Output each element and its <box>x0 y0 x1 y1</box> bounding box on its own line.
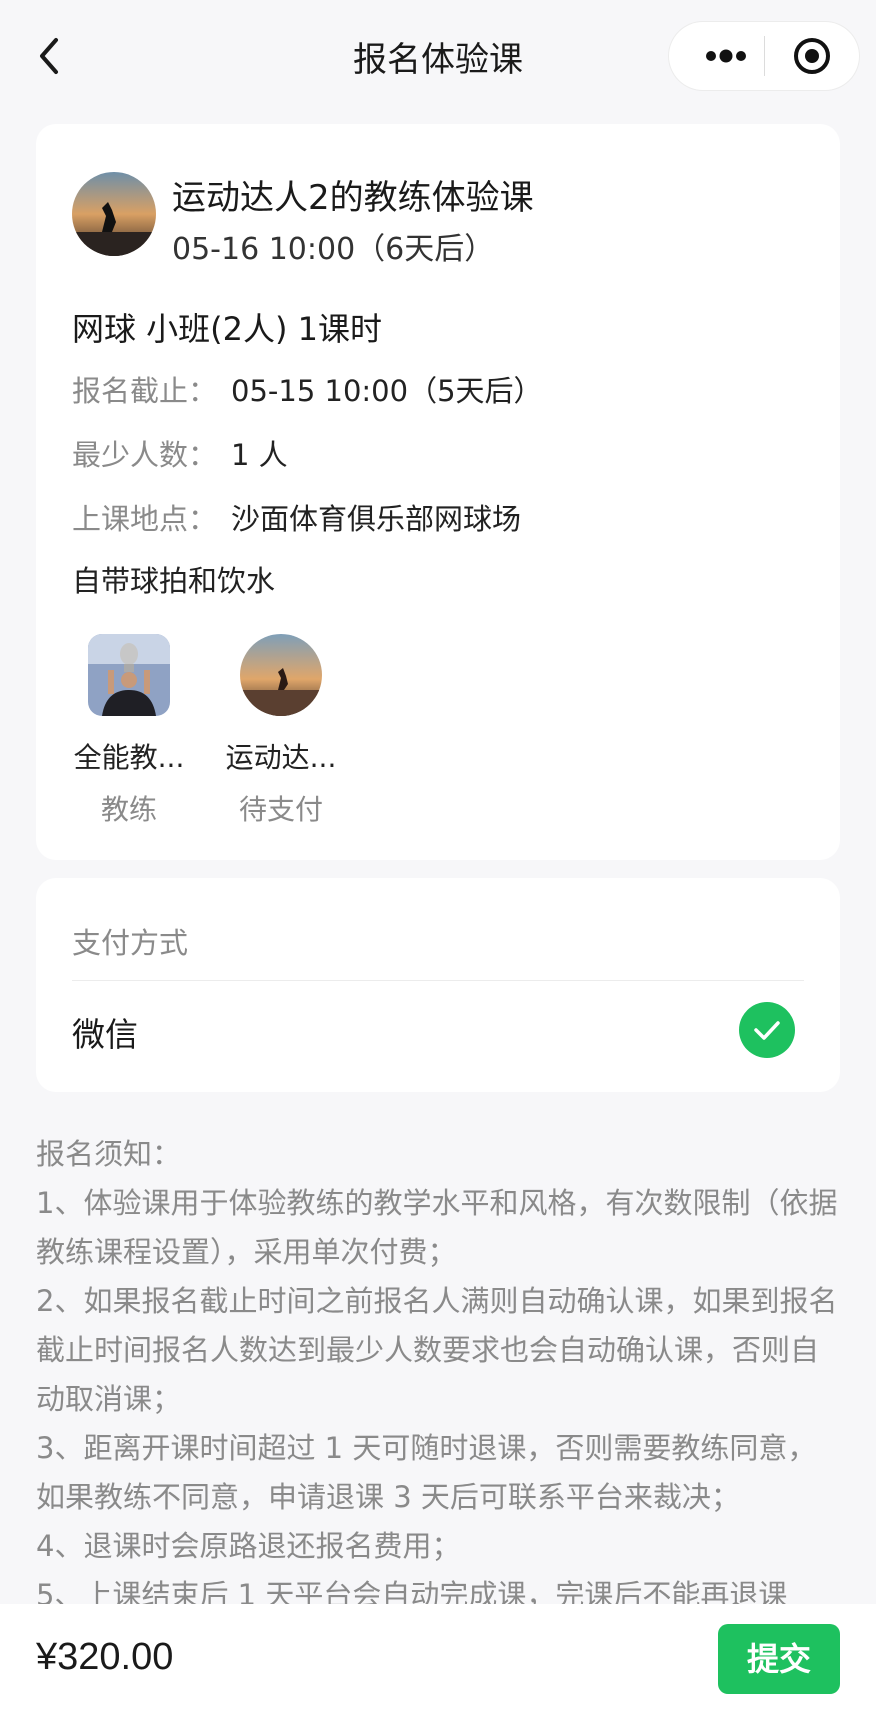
participant-avatar <box>88 634 170 716</box>
deadline-row: 报名截止： 05-15 10:00（5天后） <box>72 368 543 410</box>
participant-role: 待支付 <box>238 793 323 826</box>
deadline-value: 05-15 10:00（5天后） <box>231 374 543 408</box>
notice-item: 2、如果报名截止时间之前报名人满则自动确认课，如果到报名截止时间报名人数达到最少… <box>36 1284 838 1416</box>
coach-avatar <box>72 172 156 256</box>
location-value: 沙面体育俱乐部网球场 <box>231 502 522 536</box>
payment-option-wechat[interactable]: 微信 <box>72 1008 138 1056</box>
signup-notice: 报名须知： 1、体验课用于体验教练的教学水平和风格，有次数限制（依据教练课程设置… <box>36 1130 841 1620</box>
deadline-label: 报名截止： <box>72 374 218 408</box>
payment-divider <box>72 980 804 981</box>
capsule-divider <box>764 36 765 76</box>
participant-avatar <box>240 634 322 716</box>
course-type: 网球 小班(2人) 1课时 <box>72 310 383 348</box>
location-label: 上课地点： <box>72 502 218 536</box>
course-time: 05-16 10:00（6天后） <box>172 232 495 267</box>
participant-self[interactable]: 运动达... 待支付 <box>206 634 356 828</box>
notice-item: 4、退课时会原路退还报名费用； <box>36 1529 461 1563</box>
participant-role: 教练 <box>100 793 157 826</box>
notice-item: 3、距离开课时间超过 1 天可随时退课，否则需要教练同意，如果教练不同意，申请退… <box>36 1431 817 1514</box>
location-row: 上课地点： 沙面体育俱乐部网球场 <box>72 496 521 538</box>
bottom-bar: ¥320.00 提交 <box>0 1604 876 1720</box>
min-people-label: 最少人数： <box>72 438 218 472</box>
course-note: 自带球拍和饮水 <box>72 564 276 598</box>
notice-item: 1、体验课用于体验教练的教学水平和风格，有次数限制（依据教练课程设置），采用单次… <box>36 1186 838 1269</box>
target-circle-icon[interactable] <box>787 34 837 78</box>
participant-name: 全能教... <box>73 741 185 774</box>
course-card: 运动达人2的教练体验课 05-16 10:00（6天后） 网球 小班(2人) 1… <box>36 124 840 860</box>
total-price: ¥320.00 <box>36 1636 174 1678</box>
payment-card: 支付方式 微信 <box>36 878 840 1092</box>
more-dots-icon[interactable] <box>691 34 761 78</box>
nav-bar: 报名体验课 <box>0 0 876 112</box>
mini-program-capsule <box>669 22 859 90</box>
participant-name: 运动达... <box>225 741 337 774</box>
payment-method-label: 支付方式 <box>72 926 189 960</box>
participant-coach[interactable]: 全能教... 教练 <box>54 634 204 828</box>
min-people-row: 最少人数： 1 人 <box>72 432 288 474</box>
course-title: 运动达人2的教练体验课 <box>172 178 534 218</box>
min-people-value: 1 人 <box>231 438 288 472</box>
notice-title: 报名须知： <box>36 1137 182 1171</box>
check-circle-icon[interactable] <box>739 1002 795 1058</box>
submit-button[interactable]: 提交 <box>718 1624 840 1694</box>
